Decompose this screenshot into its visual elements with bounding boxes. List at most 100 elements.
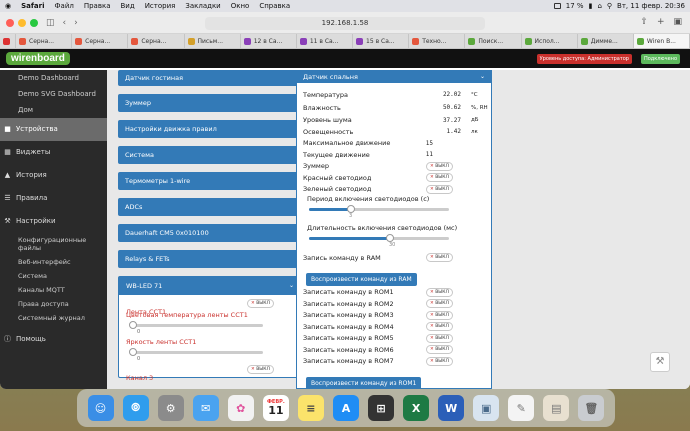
menu-window[interactable]: Окно	[226, 2, 255, 10]
buzzer-toggle[interactable]: ✕ ВЫКЛ	[426, 161, 453, 171]
battery-icon[interactable]: ▮	[589, 2, 593, 10]
device-panel-1wire-thermometers[interactable]: Термометры 1-wire	[118, 172, 301, 190]
tab-7[interactable]: 15 в Са...	[353, 34, 410, 48]
documents-icon[interactable]: ▤	[543, 395, 570, 421]
rom2-toggle[interactable]: ✕ ВЫКЛ	[426, 299, 453, 309]
sidebar-item-devices[interactable]: ■ Устройства	[0, 118, 107, 141]
finder-icon[interactable]: ☺	[87, 395, 114, 421]
rom6-toggle[interactable]: ✕ ВЫКЛ	[426, 345, 453, 355]
device-panel-dauerhaft[interactable]: Dauerhaft CM5 0x010100	[118, 224, 301, 242]
tab-3[interactable]: Серна...	[128, 34, 185, 48]
rom5-toggle[interactable]: ✕ ВЫКЛ	[426, 333, 453, 343]
device-panel-rule-engine-settings[interactable]: Настройки движка правил	[118, 120, 301, 138]
pinned-tab[interactable]	[0, 34, 16, 48]
back-icon[interactable]: ‹	[63, 18, 67, 28]
chevron-down-icon[interactable]: ⌄	[289, 277, 294, 295]
menu-file[interactable]: Файл	[50, 2, 79, 10]
apple-menu-icon[interactable]: ◉	[0, 2, 16, 10]
device-panel-adcs[interactable]: ADCs	[118, 198, 301, 216]
sidebar-item-mqtt-channels[interactable]: Каналы MQTT	[0, 283, 107, 297]
menu-app-name[interactable]: Safari	[16, 2, 49, 10]
close-icon[interactable]	[6, 18, 14, 27]
tab-8[interactable]: Техно...	[409, 34, 466, 48]
led-duration-slider[interactable]	[309, 234, 449, 242]
trash-icon[interactable]: 🗑	[578, 395, 605, 421]
share-icon[interactable]: ⇧	[640, 17, 648, 27]
cct1-strip-toggle[interactable]: ✕ ВЫКЛ	[247, 299, 274, 308]
system-settings-icon[interactable]: ⚙	[157, 395, 184, 421]
ram-toggle[interactable]: ✕ ВЫКЛ	[426, 253, 453, 263]
address-bar[interactable]: 192.168.1.58	[205, 17, 485, 30]
tab-1[interactable]: Серна...	[16, 34, 73, 48]
bedroom-sensor-header[interactable]: Датчик спальня ⌄	[297, 71, 491, 83]
slider-knob[interactable]	[129, 348, 137, 356]
photos-icon[interactable]: ✿	[227, 395, 254, 421]
calculator-icon[interactable]: ⊞	[368, 395, 395, 421]
forward-icon[interactable]: ›	[74, 18, 78, 28]
cct1-temp-slider[interactable]	[129, 321, 263, 329]
textedit-icon[interactable]: ✎	[508, 395, 535, 421]
wifi-icon[interactable]: ⌂	[597, 2, 601, 10]
sidebar-item-config-files[interactable]: Конфигурационные файлы	[0, 233, 107, 255]
sidebar-item-demo-dashboard[interactable]: Demo Dashboard	[0, 70, 107, 86]
menu-help[interactable]: Справка	[254, 2, 295, 10]
sidebar-item-home[interactable]: Дом	[0, 102, 107, 118]
excel-icon[interactable]: X	[403, 395, 430, 421]
rom7-toggle[interactable]: ✕ ВЫКЛ	[426, 356, 453, 366]
tab-11[interactable]: Димме...	[578, 34, 634, 48]
rom3-toggle[interactable]: ✕ ВЫКЛ	[426, 310, 453, 320]
rom4-toggle[interactable]: ✕ ВЫКЛ	[426, 322, 453, 332]
calendar-icon[interactable]: ФЕВР. 11	[262, 395, 289, 421]
menu-view[interactable]: Вид	[115, 2, 139, 10]
safari-icon[interactable]: ⦾	[122, 395, 149, 421]
new-tab-icon[interactable]: +	[657, 17, 665, 27]
dropbox-icon[interactable]	[553, 3, 561, 9]
wb-led-header[interactable]: WB-LED 71 ⌄	[119, 277, 300, 295]
menu-history[interactable]: История	[140, 2, 181, 10]
sidebar-item-system-log[interactable]: Системный журнал	[0, 311, 107, 325]
sidebar-item-access-rights[interactable]: Права доступа	[0, 297, 107, 311]
menu-edit[interactable]: Правка	[79, 2, 116, 10]
search-icon[interactable]: ⚲	[607, 2, 612, 10]
sidebar-item-system[interactable]: Система	[0, 269, 107, 283]
preview-icon[interactable]: ▣	[473, 395, 500, 421]
cct1-brightness-slider[interactable]	[129, 348, 263, 356]
menu-bookmarks[interactable]: Закладки	[180, 2, 225, 10]
chevron-down-icon[interactable]: ⌄	[480, 71, 485, 83]
wirenboard-logo[interactable]: wirenboard	[6, 52, 70, 65]
sidebar-item-settings[interactable]: ⚒ Настройки	[0, 210, 107, 233]
tab-overview-icon[interactable]: ▣	[673, 17, 682, 27]
device-panel-system[interactable]: Система	[118, 146, 301, 164]
tab-2[interactable]: Серна...	[72, 34, 129, 48]
clock[interactable]: Вт, 11 февр. 20:36	[617, 2, 685, 10]
minimize-icon[interactable]	[18, 18, 26, 27]
slider-knob[interactable]	[129, 321, 137, 329]
sidebar-toggle-icon[interactable]: ◫	[46, 18, 55, 28]
rom1-toggle[interactable]: ✕ ВЫКЛ	[426, 287, 453, 297]
device-panel-living-room-sensor[interactable]: Датчик гостиная	[118, 70, 301, 86]
access-level-badge[interactable]: Уровень доступа: Администратор	[536, 54, 632, 64]
sidebar-item-web-ui[interactable]: Веб-интерфейс	[0, 255, 107, 269]
sidebar-item-demo-svg-dashboard[interactable]: Demo SVG Dashboard	[0, 86, 107, 102]
mail-icon[interactable]: ✉	[192, 395, 219, 421]
led-period-slider[interactable]	[309, 205, 449, 213]
channel3-toggle[interactable]: ✕ ВЫКЛ	[247, 365, 274, 374]
zoom-icon[interactable]	[30, 18, 38, 27]
tab-12-active[interactable]: Wiren B...	[633, 34, 690, 48]
tab-9[interactable]: Поиск...	[465, 34, 522, 48]
app-store-icon[interactable]: A	[332, 395, 359, 421]
tab-6[interactable]: 11 в Са...	[297, 34, 354, 48]
word-icon[interactable]: W	[438, 395, 465, 421]
red-led-toggle[interactable]: ✕ ВЫКЛ	[426, 173, 453, 183]
tab-10[interactable]: Испол...	[522, 34, 578, 48]
notes-icon[interactable]: ≡	[297, 395, 324, 421]
sidebar-item-help[interactable]: ⓘ Помощь	[0, 328, 107, 351]
device-panel-buzzer[interactable]: Зуммер	[118, 94, 301, 112]
sidebar-item-rules[interactable]: ☰ Правила	[0, 187, 107, 210]
play-ram-button[interactable]: Воспроизвести команду из RAM	[306, 272, 417, 286]
slider-knob[interactable]	[347, 205, 355, 213]
tab-5[interactable]: 12 в Са...	[241, 34, 297, 48]
tab-4[interactable]: Письм...	[185, 34, 241, 48]
play-rom1-button[interactable]: Воспроизвести команду из ROM1	[306, 377, 422, 389]
device-panel-relays-fets[interactable]: Relays & FETs	[118, 250, 301, 268]
